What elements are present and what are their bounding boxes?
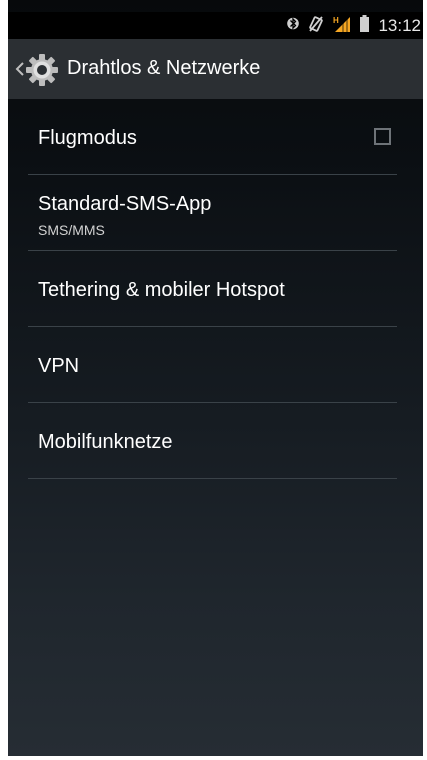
setting-default-sms-app[interactable]: Standard-SMS-App SMS/MMS (28, 175, 397, 251)
frame-border-right (423, 0, 427, 760)
setting-tethering-hotspot[interactable]: Tethering & mobiler Hotspot (28, 251, 397, 327)
setting-title-vpn: VPN (38, 355, 80, 377)
setting-airplane-mode[interactable]: Flugmodus (28, 99, 397, 175)
action-bar: Drahtlos & Netzwerke (8, 39, 423, 99)
setting-mobile-networks[interactable]: Mobilfunknetze (28, 403, 397, 479)
setting-title-default-sms-app: Standard-SMS-App (38, 193, 212, 215)
setting-summary-default-sms-app: SMS/MMS (38, 222, 105, 238)
settings-screen: H 13:12 Drahtlos & Netzwerke Flugmodus S… (0, 0, 427, 760)
vibrate-mute-icon (308, 15, 324, 37)
setting-vpn[interactable]: VPN (28, 327, 397, 403)
settings-list: Flugmodus Standard-SMS-App SMS/MMS Tethe… (8, 99, 423, 479)
settings-gear-icon[interactable] (25, 53, 59, 87)
status-bar: H 13:12 (8, 12, 423, 39)
frame-border-left (0, 0, 8, 760)
frame-border-bottom (0, 756, 427, 760)
airplane-mode-checkbox[interactable] (374, 128, 391, 145)
bluetooth-icon (287, 15, 300, 36)
network-type-label: H (333, 16, 339, 25)
battery-icon (360, 15, 370, 36)
status-icons: H 13:12 (287, 12, 423, 39)
setting-title-airplane-mode: Flugmodus (38, 127, 137, 149)
page-title: Drahtlos & Netzwerke (67, 57, 261, 79)
setting-title-mobile-networks: Mobilfunknetze (38, 431, 173, 453)
status-time: 13:12 (378, 15, 421, 35)
setting-title-tethering-hotspot: Tethering & mobiler Hotspot (38, 279, 285, 301)
signal-hspa-icon: H (333, 15, 351, 37)
